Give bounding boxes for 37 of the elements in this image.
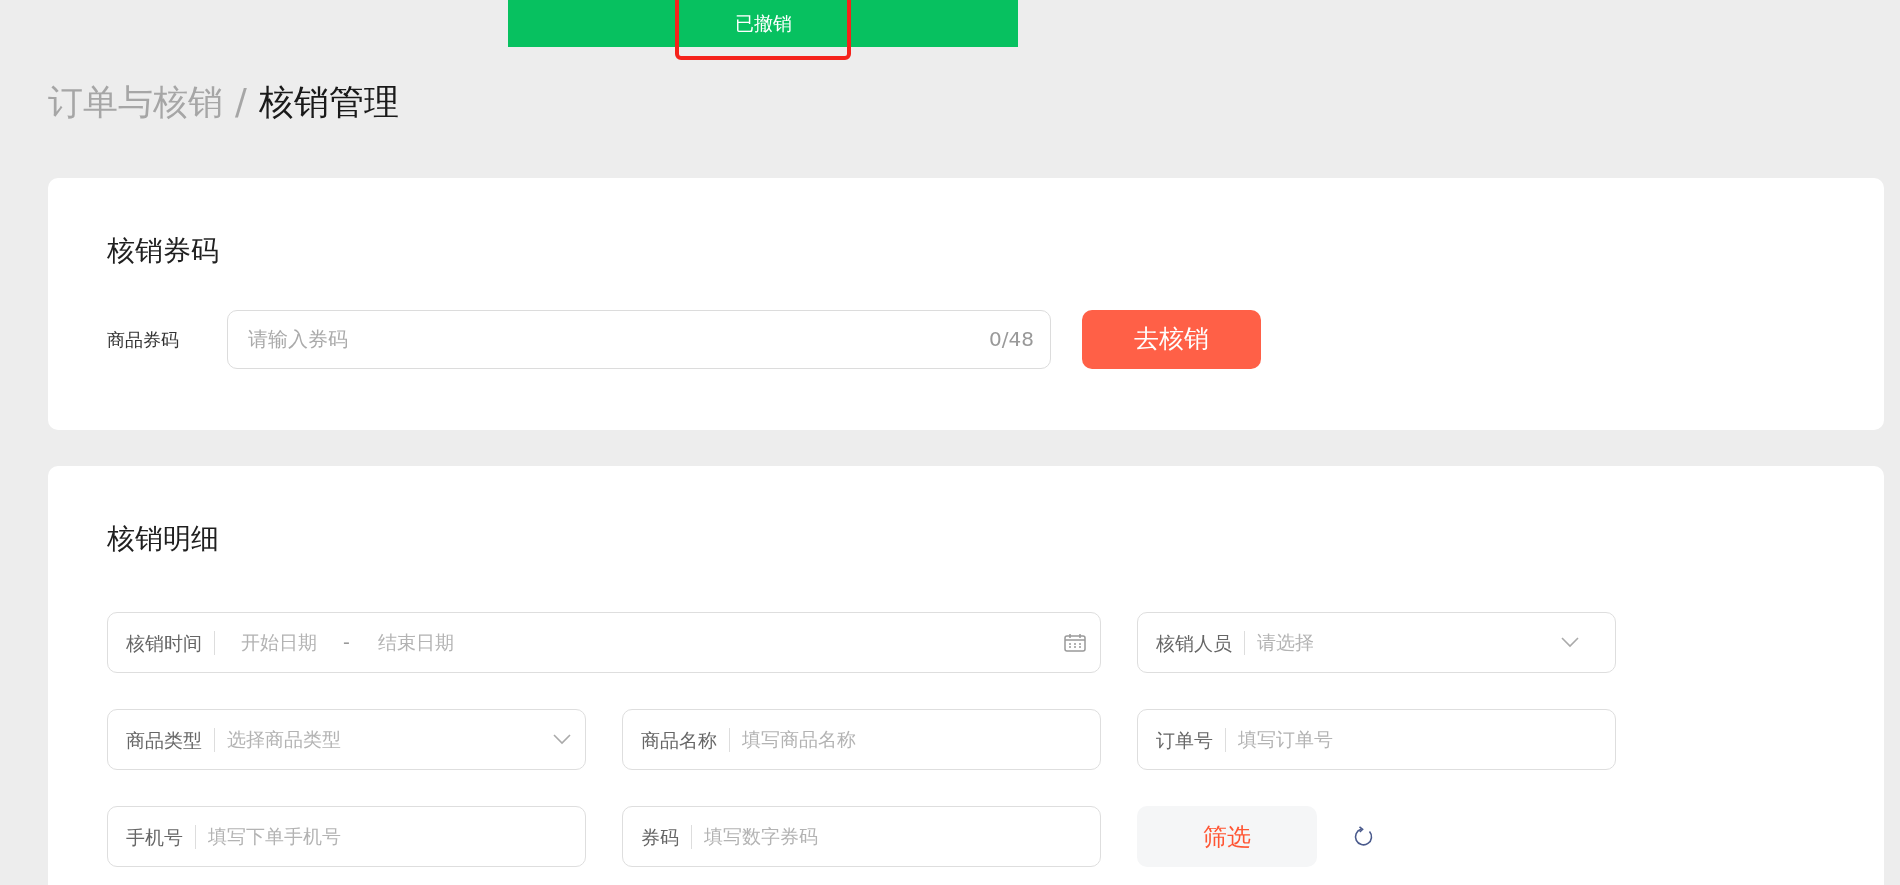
filter-button[interactable]: 筛选 [1137, 806, 1317, 868]
text-input[interactable]: 填写商品名称 [730, 724, 1086, 755]
text-input[interactable]: 填写订单号 [1226, 724, 1601, 755]
select-field[interactable]: 核销人员 请选择 [1137, 612, 1616, 674]
card-title: 核销券码 [107, 234, 220, 268]
field-label: 手机号 [126, 824, 196, 849]
refresh-icon[interactable] [1353, 825, 1375, 848]
field-label: 核销时间 [126, 630, 215, 655]
input-field[interactable]: 商品名称 填写商品名称 [622, 709, 1101, 771]
redeem-button[interactable]: 去核销 [1082, 309, 1261, 369]
select-input[interactable]: 选择商品类型 [215, 724, 553, 755]
start-date-input[interactable]: 开始日期 [215, 627, 327, 658]
text-input[interactable]: 填写下单手机号 [196, 821, 571, 852]
end-date-input[interactable]: 结束日期 [365, 627, 1064, 658]
chevron-down-icon [1561, 637, 1579, 649]
range-separator: - [342, 630, 351, 656]
breadcrumb-item: 核销管理 [258, 81, 399, 123]
card-title: 核销明细 [107, 521, 220, 556]
input-field[interactable]: 券码 填写数字券码 [622, 806, 1101, 868]
field-label: 商品类型 [126, 727, 215, 752]
select-input[interactable]: 请选择 [1245, 627, 1561, 658]
field-label: 券码 [641, 824, 692, 849]
character-counter: 0/48 [989, 326, 1034, 354]
field-label: 商品名称 [641, 727, 730, 752]
chevron-down-icon [553, 734, 571, 746]
select-field[interactable]: 商品类型 选择商品类型 [107, 709, 586, 771]
date-range-field[interactable]: 核销时间 开始日期 - 结束日期 [107, 612, 1101, 674]
field-label: 订单号 [1156, 727, 1226, 752]
field-label: 核销人员 [1156, 630, 1245, 655]
field-label: 商品券码 [107, 327, 180, 352]
calendar-icon [1064, 633, 1086, 653]
toast-message: 已撤销 [508, 0, 1018, 47]
input-field[interactable]: 手机号 填写下单手机号 [107, 806, 586, 868]
breadcrumb-separator: / [235, 81, 247, 123]
code-input[interactable]: 请输入券码 [246, 323, 990, 356]
text-input[interactable]: 填写数字券码 [692, 821, 1086, 852]
input-field[interactable]: 订单号 填写订单号 [1137, 709, 1616, 771]
